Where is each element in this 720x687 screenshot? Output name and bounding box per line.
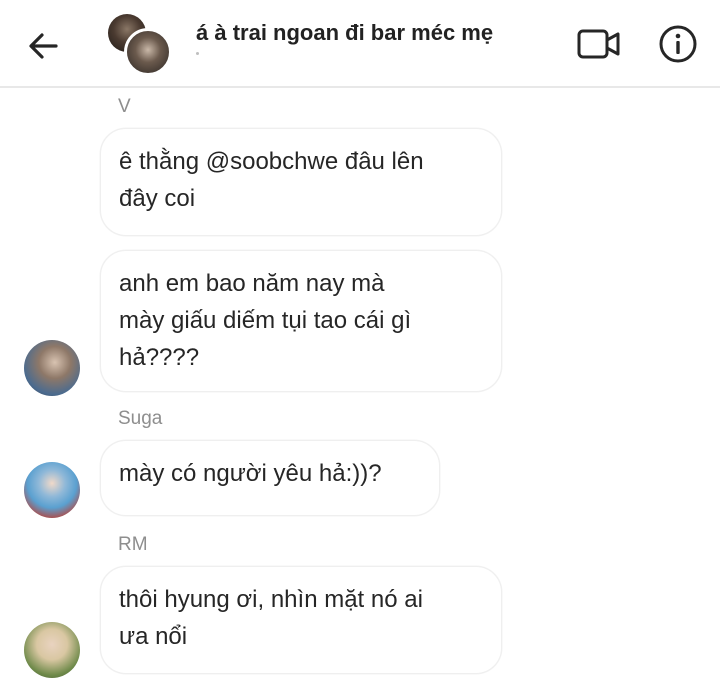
back-button[interactable] (24, 26, 64, 66)
message-thread[interactable]: V ê thằng @soobchwe đâu lên đây coi anh … (0, 88, 720, 687)
group-avatar[interactable] (108, 14, 172, 76)
message-bubble[interactable]: mày có người yêu hả:))? (100, 440, 440, 516)
avatar[interactable] (24, 622, 80, 678)
chat-header: á à trai ngoan đi bar méc mẹ (0, 0, 720, 88)
video-camera-icon (577, 29, 620, 59)
sender-name: RM (118, 534, 148, 555)
sender-name: V (118, 96, 131, 117)
avatar[interactable] (24, 340, 80, 396)
info-icon (659, 25, 697, 63)
message-bubble[interactable]: anh em bao năm nay mà mày giấu diếm tụi … (100, 250, 502, 392)
message-bubble[interactable]: thôi hyung ơi, nhìn mặt nó ai ưa nổi (100, 566, 502, 674)
arrow-left-icon (29, 33, 58, 59)
video-call-button[interactable] (576, 26, 622, 62)
member-avatar (124, 28, 172, 76)
avatar[interactable] (24, 462, 80, 518)
message-bubble[interactable]: ê thằng @soobchwe đâu lên đây coi (100, 128, 502, 236)
info-button[interactable] (658, 24, 698, 64)
sender-name: Suga (118, 408, 163, 429)
status-dot (196, 52, 199, 55)
conversation-title[interactable]: á à trai ngoan đi bar méc mẹ (196, 20, 493, 46)
